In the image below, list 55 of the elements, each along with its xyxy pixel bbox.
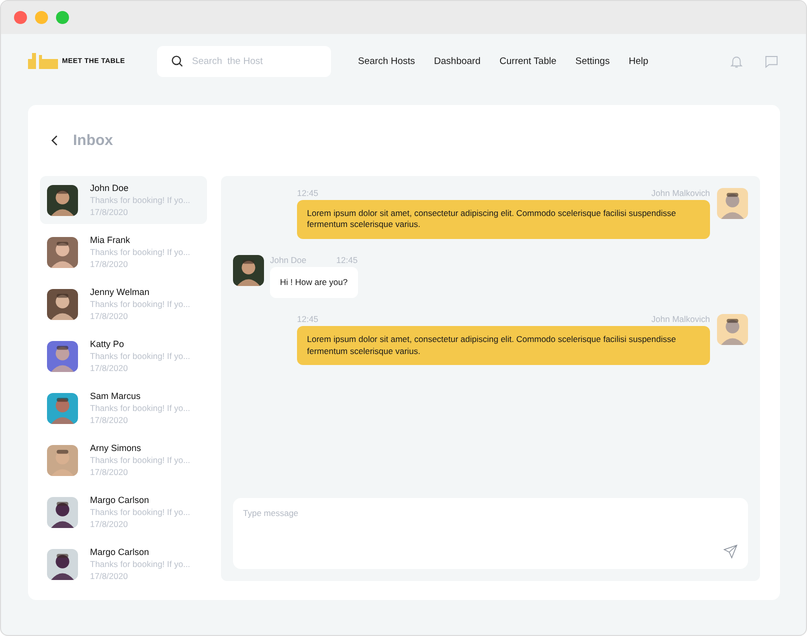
logo-icon [28, 53, 58, 69]
message-bubble: Lorem ipsum dolor sit amet, consectetur adipiscing elit. Commodo scelerisque facilisi suspendisse fermentum scelerisque varius. [297, 326, 710, 366]
nav-link[interactable]: Search Hosts [358, 56, 416, 66]
sender-name: John Malkovich [651, 314, 710, 324]
back-icon[interactable] [51, 134, 59, 146]
message-date: 17/8/2020 [90, 311, 129, 321]
message-preview: Thanks for booking! If yo... [90, 403, 190, 413]
message-preview: Thanks for booking! If yo... [90, 247, 190, 257]
contact-name: John Doe [90, 183, 130, 193]
conversation-item[interactable]: Arny Simons Thanks for booking! If yo... 17/8/2020 [40, 436, 207, 484]
message-time: 12:45 [297, 314, 318, 324]
contact-name: Jenny Welman [90, 287, 150, 297]
message-preview: Thanks for booking! If yo... [90, 351, 190, 361]
nav-link[interactable]: Current Table [500, 56, 556, 66]
sender-name: John Malkovich [651, 188, 710, 198]
contact-name: Sam Marcus [90, 391, 142, 401]
contact-name: Katty Po [90, 339, 126, 349]
message-preview: Thanks for booking! If yo... [90, 559, 190, 569]
message-preview: Thanks for booking! If yo... [90, 299, 190, 309]
message-preview: Thanks for booking! If yo... [90, 507, 190, 517]
notification-bell-icon[interactable] [729, 54, 744, 68]
nav-link[interactable]: Settings [575, 56, 610, 66]
nav-link[interactable]: Dashboard [434, 56, 481, 66]
message-date: 17/8/2020 [90, 259, 129, 269]
conversation-item[interactable]: Jenny Welman Thanks for booking! If yo... 17/8/2020 [40, 280, 207, 328]
message-time: 12:45 [297, 188, 318, 198]
message-time: 12:45 [336, 254, 358, 265]
conversation-item[interactable]: Margo Carlson Thanks for booking! If yo... 17/8/2020 [40, 540, 207, 588]
send-button[interactable] [723, 544, 738, 559]
message-preview: Thanks for booking! If yo... [90, 455, 190, 465]
message-date: 17/8/2020 [90, 467, 129, 477]
message-bubble: Lorem ipsum dolor sit amet, consectetur adipiscing elit. Commodo scelerisque facilisi suspendisse fermentum scelerisque varius. [297, 200, 710, 239]
conversation-item[interactable]: Sam Marcus Thanks for booking! If yo... 17/8/2020 [40, 384, 207, 432]
message-field[interactable]: Type message [233, 498, 748, 569]
chat-bubble-icon[interactable] [764, 54, 779, 68]
inbox-title: Inbox [73, 132, 113, 148]
sender-name: John Doe [270, 254, 306, 265]
message-bubble: Hi ! How are you? [270, 266, 358, 298]
window-control-icon[interactable] [35, 11, 48, 24]
window-control-icon[interactable] [56, 11, 69, 24]
nav-link[interactable]: Help [628, 56, 648, 66]
conversation-item[interactable]: Katty Po Thanks for booking! If yo... 17/8/2020 [40, 332, 207, 380]
contact-name: Mia Frank [90, 235, 132, 245]
message-date: 17/8/2020 [90, 363, 129, 373]
contact-name: Margo Carlson [90, 547, 150, 557]
message-date: 17/8/2020 [90, 519, 129, 529]
conversation-item[interactable]: Mia Frank Thanks for booking! If yo... 17/8/2020 [40, 228, 207, 276]
search-icon [170, 54, 184, 68]
conversation-item[interactable]: Margo Carlson Thanks for booking! If yo... 17/8/2020 [40, 488, 207, 536]
message-date: 17/8/2020 [90, 571, 129, 581]
window-control-icon[interactable] [14, 11, 27, 24]
search-field[interactable]: Search the Host [157, 46, 331, 76]
contact-name: Arny Simons [90, 443, 142, 453]
message-date: 17/8/2020 [90, 415, 129, 425]
contact-name: Margo Carlson [90, 495, 150, 505]
